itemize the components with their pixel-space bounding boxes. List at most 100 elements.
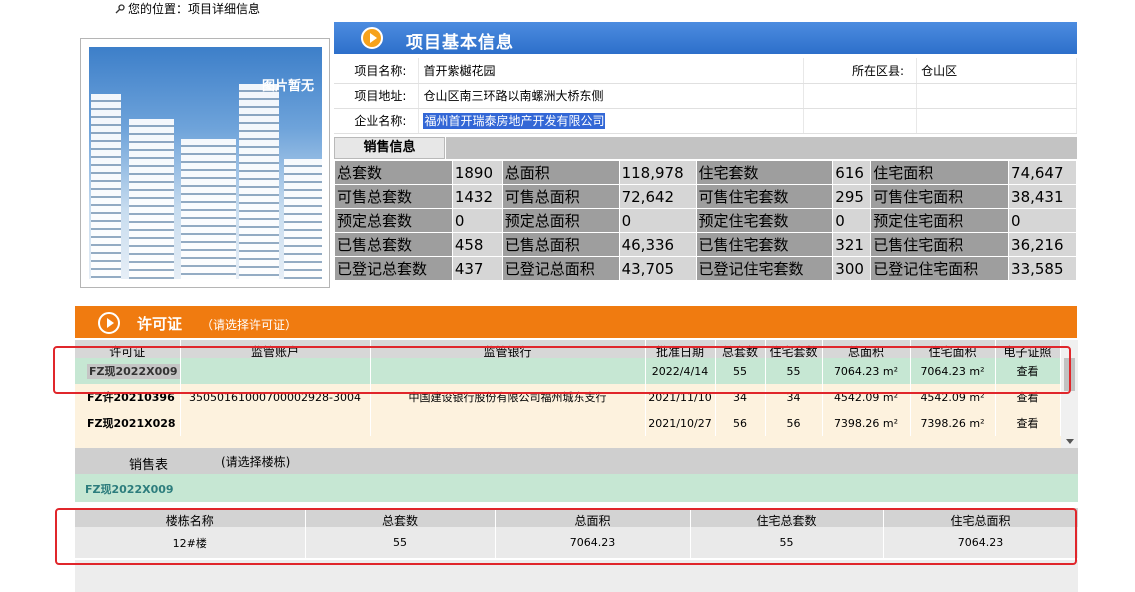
photo-caption: 图片暂无: [261, 79, 314, 94]
building-cell-res-area: 7064.23: [883, 527, 1079, 558]
building-column-header: 总套数: [305, 508, 496, 527]
sales-info-value: 38,431: [1008, 184, 1077, 209]
permit-id: FZ现2021X028: [87, 417, 176, 430]
permit-id: FZ现2022X009: [87, 364, 179, 379]
sales-info-value: 1432: [451, 184, 503, 209]
scroll-down-arrow-icon[interactable]: [1066, 439, 1074, 444]
view-certificate-link[interactable]: 查看: [995, 384, 1061, 410]
permit-cell-date: 2021/10/27: [645, 410, 716, 436]
permit-scrollbar[interactable]: [1061, 340, 1078, 448]
sales-info-row: 可售总套数 1432 可售总面积 72,642 可售住宅套数 295 可售住宅面积 38,43…: [334, 184, 1077, 209]
permit-column-header: 许可证: [75, 340, 181, 358]
sales-info-value: 616: [832, 160, 872, 185]
permit-cell-total: 34: [715, 384, 766, 410]
sales-table-title: 销售表: [129, 458, 169, 473]
building-cell-res-total: 55: [690, 527, 884, 558]
sales-info-label: 预定住宅套数: [695, 208, 834, 233]
sales-info-value: 36,216: [1008, 232, 1077, 257]
permit-column-header: 电子证照: [995, 340, 1061, 358]
permit-cell-total: 56: [715, 410, 766, 436]
sales-info-label: 可售住宅面积: [870, 184, 1010, 209]
sales-info-label: 已售住宅套数: [695, 232, 834, 257]
permit-column-header: 批准日期: [645, 340, 716, 358]
sales-info-label: 预定住宅面积: [870, 208, 1010, 233]
permit-row[interactable]: FZ许20210396 35050161000700002928-3004 中国建设…: [75, 384, 1061, 410]
sales-info-value: 321: [832, 232, 872, 257]
district-label: 所在区县:: [803, 58, 918, 84]
sales-info-row: 预定总套数 0 预定总面积 0 预定住宅套数 0 预定住宅面积 0: [334, 208, 1077, 233]
permit-cell-bank: [370, 410, 646, 436]
permit-table: 许可证 监管账户 监管银行 批准日期 总套数 住宅套数 总面积 住宅面积 电子证照 FZ现202…: [75, 340, 1061, 436]
view-certificate-link[interactable]: 查看: [995, 358, 1061, 384]
building-column-header: 总面积: [495, 508, 691, 527]
permit-list[interactable]: 许可证 监管账户 监管银行 批准日期 总套数 住宅套数 总面积 住宅面积 电子证照 FZ现202…: [75, 340, 1078, 448]
sales-info-value: 458: [451, 232, 503, 257]
building-row[interactable]: 12#楼 55 7064.23 55 7064.23: [75, 527, 1079, 558]
project-name-value: 首开紫樾花园: [418, 58, 805, 84]
tab-sales-info[interactable]: 销售信息: [334, 137, 445, 159]
permit-column-header: 监管账户: [180, 340, 371, 358]
sales-info-value: 295: [832, 184, 872, 209]
permit-cell-res-area: 7398.26 m²: [910, 410, 996, 436]
sales-info-value: 74,647: [1008, 160, 1077, 185]
scrollbar-thumb[interactable]: [1064, 358, 1075, 391]
permit-cell-bank: 中国建设银行股份有限公司福州城东支行: [370, 384, 646, 410]
sales-table-hint: (请选择楼栋): [221, 455, 291, 469]
selected-permit-id: FZ现2022X009: [85, 483, 174, 496]
sales-info-value: 72,642: [618, 184, 697, 209]
sales-info-grid: 总套数 1890 总面积 118,978 住宅套数 616 住宅面积 74,647 可售总套数 1…: [334, 160, 1077, 281]
permit-cell-bank: [370, 358, 646, 384]
permit-id: FZ许20210396: [87, 391, 175, 404]
building-column-header: 住宅总套数: [690, 508, 884, 527]
sales-info-label: 总面积: [501, 160, 620, 185]
project-info-header: 项目基本信息: [334, 22, 1077, 54]
sales-info-value: 43,705: [618, 256, 697, 281]
permit-cell-account: [180, 410, 371, 436]
sales-info-label: 已登记住宅套数: [695, 256, 834, 281]
sales-info-value: 118,978: [618, 160, 697, 185]
sales-info-label: 已登记总面积: [501, 256, 620, 281]
project-name-label: 项目名称:: [334, 58, 420, 84]
sales-info-value: 0: [618, 208, 697, 233]
sales-table-bar: 销售表 (请选择楼栋): [75, 448, 1078, 474]
breadcrumb-text: 您的位置：项目详细信息: [128, 2, 261, 16]
project-info-table: 项目名称: 首开紫樾花园 所在区县: 仓山区 项目地址: 仓山区南三环路以南螺洲…: [334, 58, 1077, 134]
permit-column-header: 住宅套数: [765, 340, 823, 358]
play-circle-icon: [361, 27, 383, 49]
building-table: 楼栋名称 总套数 总面积 住宅总套数 住宅总面积 12#楼 55 7064.23 55 7064…: [75, 508, 1079, 558]
building-column-header: 楼栋名称: [75, 508, 306, 527]
sales-info-value: 33,585: [1008, 256, 1077, 281]
sales-info-row: 已登记总套数 437 已登记总面积 43,705 已登记住宅套数 300 已登记住宅面积 33…: [334, 256, 1077, 281]
view-certificate-link[interactable]: 查看: [995, 410, 1061, 436]
building-cell-area: 7064.23: [495, 527, 691, 558]
permit-cell-res-area: 7064.23 m²: [910, 358, 996, 384]
sales-info-label: 可售总套数: [334, 184, 453, 209]
sales-info-label: 可售总面积: [501, 184, 620, 209]
permit-cell-date: 2022/4/14: [645, 358, 716, 384]
building-cell-total: 55: [305, 527, 496, 558]
sales-tab-bar: [446, 137, 1077, 159]
sales-info-label: 预定总面积: [501, 208, 620, 233]
permit-cell-id: FZ许20210396: [75, 384, 181, 410]
sales-info-label: 住宅套数: [695, 160, 834, 185]
permit-title: 许可证: [137, 315, 183, 333]
project-address-value: 仓山区南三环路以南螺洲大桥东侧: [418, 83, 805, 109]
permit-column-header: 总面积: [822, 340, 911, 358]
sales-info-value: 437: [451, 256, 503, 281]
permit-cell-residential: 55: [765, 358, 823, 384]
permit-header: 许可证 （请选择许可证）: [75, 306, 1077, 338]
company-label: 企业名称:: [334, 108, 420, 134]
sales-info-label: 已售住宅面积: [870, 232, 1010, 257]
permit-row[interactable]: FZ现2021X028 2021/10/27 56 56 7398.26 m² 7398.…: [75, 410, 1061, 436]
permit-cell-id: FZ现2022X009: [75, 358, 181, 384]
permit-cell-residential: 34: [765, 384, 823, 410]
sales-info-value: 300: [832, 256, 872, 281]
permit-cell-res-area: 4542.09 m²: [910, 384, 996, 410]
sales-info-label: 总套数: [334, 160, 453, 185]
permit-cell-residential: 56: [765, 410, 823, 436]
sales-info-label: 已售总面积: [501, 232, 620, 257]
permit-cell-total: 55: [715, 358, 766, 384]
company-value[interactable]: 福州首开瑞泰房地产开发有限公司: [423, 113, 606, 129]
project-info-title: 项目基本信息: [406, 33, 514, 53]
permit-row[interactable]: FZ现2022X009 2022/4/14 55 55 7064.23 m² 7064.2…: [75, 358, 1061, 384]
